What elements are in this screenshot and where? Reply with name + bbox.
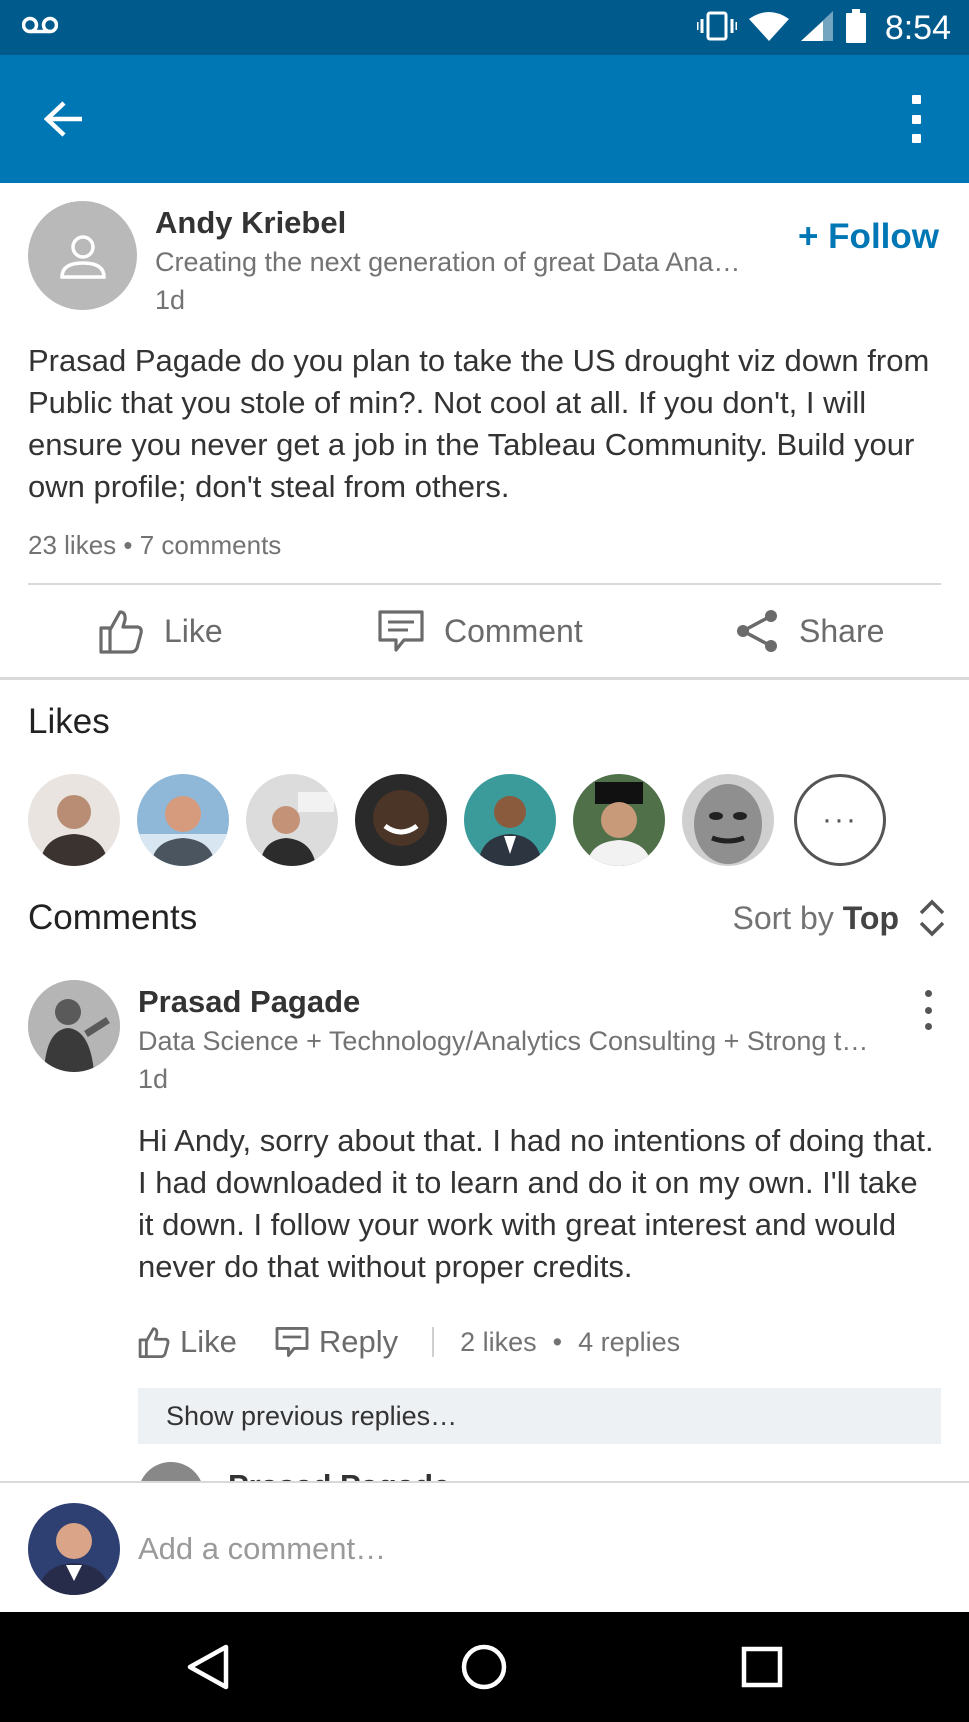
comment-actions: Like Reply 2 likes • 4 replies [138,1317,680,1367]
person-placeholder-icon [59,234,106,279]
comment-icon [378,610,424,652]
comment-input[interactable] [138,1519,918,1579]
status-bar: 8:54 [0,0,969,55]
comment-button[interactable]: Comment [378,585,583,677]
circle-home-icon [461,1644,507,1690]
liker-avatar[interactable] [137,774,229,866]
divider [0,677,969,680]
author-headline: Creating the next generation of great Da… [155,247,741,277]
comment-likes-count[interactable]: 2 likes [460,1327,537,1358]
triangle-back-icon [187,1644,229,1690]
reply-button[interactable]: Reply [275,1324,398,1360]
comment-body: Hi Andy, sorry about that. I had no inte… [138,1123,934,1284]
thumbs-up-icon [138,1327,170,1358]
vibrate-icon [696,11,738,46]
reply-item: Prasad Pagade [138,1462,941,1482]
reply-icon [275,1327,309,1357]
liker-avatar[interactable] [355,774,447,866]
wifi-icon [748,11,789,46]
comment-replies-count[interactable]: 4 replies [578,1327,680,1358]
dot [924,1023,932,1030]
like-button[interactable]: Like [98,585,223,677]
liker-avatar[interactable] [246,774,338,866]
cell-signal-icon [800,10,833,46]
nav-back-button[interactable] [178,1637,238,1697]
dot [924,1006,932,1014]
post-body: Prasad Pagade do you plan to take the US… [28,343,930,504]
battery-icon [845,8,867,48]
liker-avatar[interactable] [464,774,556,866]
post-counts[interactable]: 23 likes • 7 comments [28,530,281,561]
nav-home-button[interactable] [454,1637,514,1697]
dot [911,95,921,104]
comment-time: 1d [138,1064,169,1094]
back-arrow-icon [44,101,82,137]
nav-recents-button[interactable] [732,1637,792,1697]
share-label: Share [799,612,885,649]
divider [432,1327,435,1357]
commenter-headline: Data Science + Technology/Analytics Cons… [138,1026,869,1056]
author-avatar[interactable] [28,201,137,310]
sort-control[interactable]: Sort by Top [732,900,899,937]
post-actions: Like Comment Share [0,585,969,677]
commenter-name[interactable]: Prasad Pagade [138,984,360,1020]
like-label: Like [164,612,223,649]
show-previous-replies-button[interactable]: Show previous replies… [138,1388,941,1444]
comment-like-label: Like [180,1324,237,1359]
clock: 8:54 [884,8,951,47]
thumbs-up-icon [99,610,143,654]
dot [924,990,932,997]
reply-label: Reply [318,1324,399,1359]
liker-avatar[interactable] [28,774,120,866]
reply-author[interactable]: Prasad Pagade [228,1468,450,1482]
author-name[interactable]: Andy Kriebel [155,205,346,241]
dot [911,114,921,124]
commenter-avatar[interactable] [28,980,120,1072]
follow-button[interactable]: + Follow [798,217,939,257]
square-recents-icon [741,1646,783,1688]
reply-avatar[interactable] [138,1462,204,1482]
share-icon [737,610,777,652]
liker-avatar[interactable] [682,774,774,866]
comments-title: Comments [28,898,198,937]
back-button[interactable] [38,93,90,145]
system-nav-bar [0,1612,969,1722]
share-button[interactable]: Share [735,585,884,677]
liker-avatar[interactable] [573,774,665,866]
app-bar [0,55,969,183]
post-header: Andy Kriebel Creating the next generatio… [0,183,969,328]
sort-chevrons-icon[interactable] [917,898,947,938]
comment-menu-button[interactable] [923,990,933,1030]
likes-title: Likes [28,702,110,741]
separator-dot: • [552,1326,563,1357]
comment-composer [0,1481,969,1612]
more-likers-button[interactable]: ··· [794,774,886,866]
post-time: 1d [155,285,186,315]
sort-value: Top [842,900,899,936]
voicemail-icon [21,14,59,41]
comment-like-button[interactable]: Like [138,1324,237,1360]
comment-label: Comment [444,612,583,649]
sort-prefix: Sort by [732,900,843,936]
dot [911,134,921,143]
overflow-menu-button[interactable] [901,91,931,147]
current-user-avatar [28,1503,120,1595]
